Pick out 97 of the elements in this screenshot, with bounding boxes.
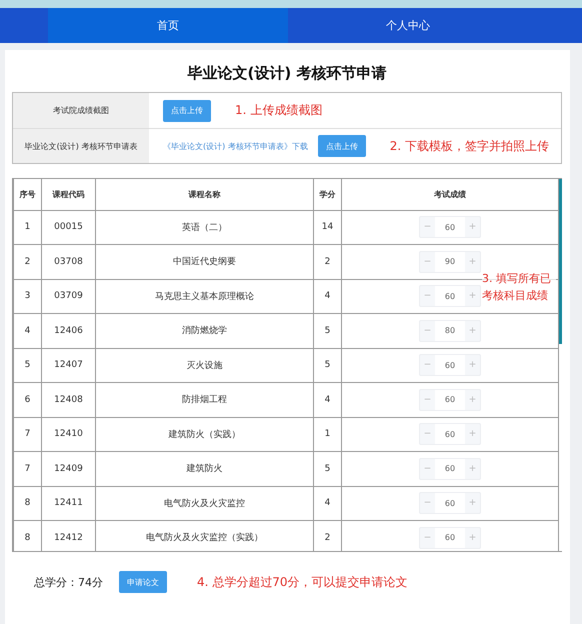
- table-cell: 3: [14, 279, 42, 314]
- score-stepper[interactable]: − 60 +: [419, 423, 481, 446]
- table-cell: 4: [314, 382, 342, 417]
- score-value[interactable]: 60: [435, 424, 465, 444]
- table-cell: 8: [14, 486, 42, 520]
- table-cell: 12406: [42, 314, 96, 348]
- table-cell: 03709: [42, 279, 96, 314]
- table-cell: 1: [14, 210, 42, 244]
- score-stepper[interactable]: − 60 +: [419, 354, 481, 376]
- table-cell: 电气防火及火灾监控: [96, 486, 314, 520]
- increment-button[interactable]: +: [465, 355, 480, 376]
- increment-button[interactable]: +: [465, 458, 480, 479]
- increment-button[interactable]: +: [465, 390, 480, 410]
- increment-button[interactable]: +: [465, 424, 480, 444]
- row-label: 考试院成绩截图: [13, 93, 149, 128]
- increment-button[interactable]: +: [465, 217, 480, 238]
- page-title: 毕业论文(设计) 考核环节申请: [186, 64, 388, 83]
- increment-button[interactable]: +: [465, 286, 480, 306]
- score-value[interactable]: 60: [435, 458, 465, 479]
- score-value[interactable]: 60: [435, 355, 465, 376]
- table-cell: 5: [314, 452, 342, 486]
- table-cell: 8: [14, 520, 42, 551]
- table-cell: 防排烟工程: [96, 382, 314, 417]
- total-credits: 总学分：74分: [34, 574, 103, 590]
- annotation: 2. 下载模板，签字并拍照上传: [390, 138, 550, 154]
- table-cell: 建筑防火: [96, 452, 314, 486]
- increment-button[interactable]: +: [465, 252, 480, 272]
- decrement-button[interactable]: −: [420, 390, 435, 410]
- score-stepper[interactable]: − 60 +: [419, 526, 481, 549]
- score-value[interactable]: 80: [435, 320, 465, 341]
- score-value[interactable]: 60: [435, 493, 465, 514]
- table-cell: 2: [14, 244, 42, 279]
- table-cell: 12409: [42, 452, 96, 486]
- table-cell: 14: [314, 210, 342, 244]
- score-stepper[interactable]: − 60 +: [419, 285, 481, 308]
- apply-button[interactable]: 申请论文: [119, 571, 167, 593]
- score-stepper[interactable]: − 80 +: [419, 320, 481, 342]
- increment-button[interactable]: +: [465, 320, 480, 341]
- table-cell: 5: [314, 348, 342, 382]
- decrement-button[interactable]: −: [420, 252, 435, 272]
- score-stepper[interactable]: − 60 +: [419, 458, 481, 480]
- increment-button[interactable]: +: [465, 528, 480, 548]
- table-cell: 03708: [42, 244, 96, 279]
- table-cell: 00015: [42, 210, 96, 244]
- score-value[interactable]: 60: [435, 217, 465, 238]
- decrement-button[interactable]: −: [420, 355, 435, 376]
- score-value[interactable]: 60: [435, 286, 465, 306]
- decrement-button[interactable]: −: [420, 458, 435, 479]
- column-header: 课程名称: [96, 179, 314, 210]
- score-stepper[interactable]: − 60 +: [419, 388, 481, 411]
- table-cell: 英语（二）: [96, 210, 314, 244]
- nav-tab[interactable]: 首页: [48, 8, 288, 43]
- row-label: 毕业论文(设计) 考核环节申请表: [13, 129, 149, 163]
- table-cell: 1: [314, 417, 342, 452]
- table-cell: 2: [314, 244, 342, 279]
- column-header: 课程代码: [42, 179, 96, 210]
- download-link[interactable]: 《毕业论文(设计) 考核环节申请表》下载: [163, 140, 308, 152]
- annotation: 4. 总学分超过70分，可以提交申请论文: [197, 574, 408, 590]
- scrollbar-thumb[interactable]: [559, 179, 562, 344]
- upload-button[interactable]: 点击上传: [163, 100, 211, 122]
- annotation: 3. 填写所有已考核科目成绩: [482, 271, 556, 304]
- score-value[interactable]: 60: [435, 390, 465, 410]
- decrement-button[interactable]: −: [420, 528, 435, 548]
- table-cell: 12410: [42, 417, 96, 452]
- table-cell: 建筑防火（实践）: [96, 417, 314, 452]
- table-cell: 4: [314, 486, 342, 520]
- table-cell: 消防燃烧学: [96, 314, 314, 348]
- column-header: 序号: [14, 179, 42, 210]
- score-stepper[interactable]: − 60 +: [419, 216, 481, 238]
- table-cell: 7: [14, 452, 42, 486]
- table-cell: 12407: [42, 348, 96, 382]
- annotation: 1. 上传成绩截图: [235, 102, 322, 119]
- table-cell: 12408: [42, 382, 96, 417]
- decrement-button[interactable]: −: [420, 286, 435, 306]
- table-cell: 马克思主义基本原理概论: [96, 279, 314, 314]
- score-stepper[interactable]: − 90 +: [419, 250, 481, 273]
- score-value[interactable]: 90: [435, 252, 465, 272]
- table-cell: 中国近代史纲要: [96, 244, 314, 279]
- table-cell: 6: [14, 382, 42, 417]
- decrement-button[interactable]: −: [420, 217, 435, 238]
- decrement-button[interactable]: −: [420, 320, 435, 341]
- nav-tab[interactable]: 个人中心: [288, 8, 528, 43]
- table-cell: 5: [314, 314, 342, 348]
- table-cell: 7: [14, 417, 42, 452]
- score-stepper[interactable]: − 60 +: [419, 492, 481, 514]
- table-cell: 4: [14, 314, 42, 348]
- score-value[interactable]: 60: [435, 528, 465, 548]
- increment-button[interactable]: +: [465, 493, 480, 514]
- table-cell: 12411: [42, 486, 96, 520]
- decrement-button[interactable]: −: [420, 493, 435, 514]
- upload-button[interactable]: 点击上传: [318, 135, 366, 157]
- column-header: 学分: [314, 179, 342, 210]
- column-header: 考试成绩: [342, 179, 558, 210]
- table-cell: 灭火设施: [96, 348, 314, 382]
- table-cell: 5: [14, 348, 42, 382]
- decrement-button[interactable]: −: [420, 424, 435, 444]
- table-cell: 4: [314, 279, 342, 314]
